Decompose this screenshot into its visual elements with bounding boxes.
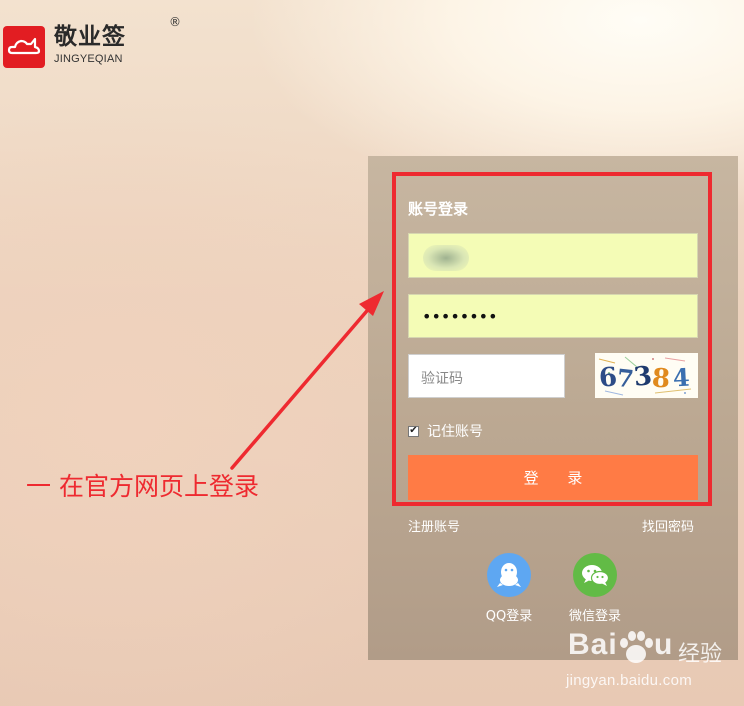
annotation-arrow <box>230 291 384 470</box>
watermark-brand: Bai <box>568 628 618 661</box>
watermark-jingyan: 经验 <box>678 642 723 667</box>
watermark-brand-suffix: u <box>654 628 674 661</box>
watermark-url: jingyan.baidu.com <box>566 672 693 689</box>
annotation-text: 一 在官方网页上登录 <box>26 472 259 501</box>
baidu-jingyan-watermark: Bai u 经验 jingyan.baidu.com <box>566 628 744 704</box>
paw-icon <box>620 631 653 663</box>
